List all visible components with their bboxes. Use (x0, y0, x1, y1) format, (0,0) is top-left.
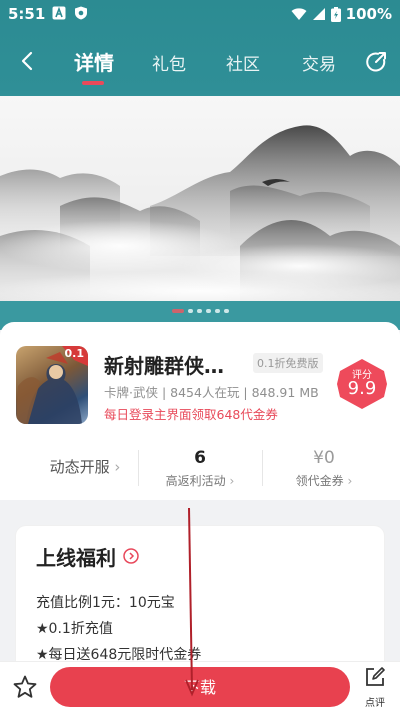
active-tab-indicator (82, 81, 104, 85)
download-button[interactable]: 下载 (50, 667, 350, 707)
dynamic-server-link[interactable]: 动态开服 › (30, 440, 140, 500)
notification-a-icon (52, 6, 66, 20)
voucher-label: 领代金券 (295, 474, 344, 488)
banner-pagination (0, 309, 400, 313)
review-button[interactable]: 点评 (360, 666, 390, 710)
rebate-activity-link[interactable]: 6 高返利活动 › (150, 440, 250, 500)
shield-icon (75, 6, 87, 20)
discount-icon-label: 0.1 (64, 347, 85, 360)
voucher-value: ¥0 (313, 448, 335, 468)
signal-icon (312, 8, 325, 20)
score-value: 9.9 (347, 378, 377, 399)
game-title: 新射雕群侠… (104, 354, 224, 378)
pagination-dot[interactable] (196, 309, 202, 313)
game-icon[interactable]: 0.1 (16, 346, 88, 424)
voucher-link[interactable]: ¥0 领代金券 › (274, 440, 374, 500)
share-icon[interactable] (364, 50, 388, 74)
pagination-dot[interactable] (187, 309, 193, 313)
tab-trade[interactable]: 交易 (302, 50, 336, 75)
tab-gifts[interactable]: 礼包 (152, 50, 186, 75)
stats-row: 动态开服 › 6 高返利活动 › ¥0 领代金券 › (0, 440, 400, 500)
tab-details[interactable]: 详情 (74, 47, 114, 76)
pagination-dot-active[interactable] (171, 309, 184, 313)
status-time: 5:51 (8, 5, 46, 23)
pagination-dot[interactable] (214, 309, 220, 313)
status-right: 100% (291, 5, 392, 23)
dynamic-server-label: 动态开服 (49, 458, 110, 476)
pagination-dot[interactable] (205, 309, 211, 313)
status-bar: 5:51 100% (0, 0, 400, 28)
top-nav: 详情 礼包 社区 交易 (0, 38, 400, 88)
battery-icon (330, 6, 341, 22)
score-badge: 评分 9.9 (336, 358, 388, 410)
star-favorite-icon[interactable] (12, 674, 38, 700)
chevron-right-icon: › (343, 474, 353, 488)
pagination-dot[interactable] (223, 309, 229, 313)
welfare-title: 上线福利 (36, 546, 116, 570)
chevron-right-icon: › (225, 474, 235, 488)
edit-review-icon (366, 667, 385, 686)
game-promo: 每日登录主界面领取648代金券 (104, 407, 278, 422)
review-label: 点评 (365, 698, 385, 709)
rebate-value: 6 (194, 448, 206, 468)
welfare-section: 上线福利 充值比例1元：10元宝 ★0.1折充值 ★每日送648元限时代金券 (0, 500, 400, 686)
divider (138, 450, 139, 486)
chevron-right-icon: › (109, 458, 121, 476)
game-banner[interactable] (0, 96, 400, 301)
tab-community[interactable]: 社区 (226, 50, 260, 75)
bottom-action-bar: 下载 点评 (0, 661, 400, 712)
battery-percent: 100% (345, 5, 392, 23)
wifi-icon (291, 8, 307, 20)
version-badge: 0.1折免费版 (253, 353, 323, 373)
back-icon[interactable] (16, 48, 40, 74)
welfare-more-icon[interactable] (123, 548, 139, 564)
rebate-label: 高返利活动 (165, 474, 226, 488)
divider (262, 450, 263, 486)
welfare-line: ★0.1折充值 (36, 621, 113, 637)
ink-landscape-image (0, 125, 400, 301)
welfare-line: 充值比例1元：10元宝 (36, 595, 175, 611)
game-meta: 卡牌·武侠 | 8454人在玩 | 848.91 MB (104, 385, 319, 400)
